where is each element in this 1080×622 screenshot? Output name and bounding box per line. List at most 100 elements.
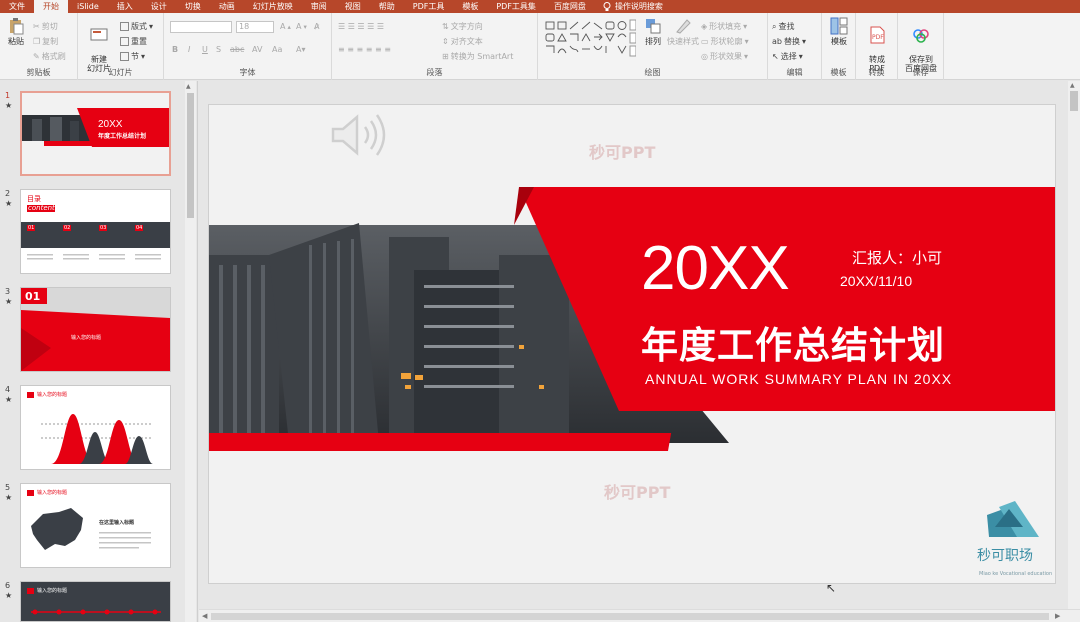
thumb-5-art	[21, 484, 170, 567]
scroll-thumb[interactable]	[1070, 91, 1078, 111]
underline-button[interactable]: U	[202, 45, 208, 54]
slide-subtitle-en: ANNUAL WORK SUMMARY PLAN IN 20XX	[645, 371, 953, 387]
paste-button[interactable]: 粘贴	[4, 17, 28, 46]
quick-styles-icon	[676, 19, 691, 34]
font-color-button[interactable]: A▾	[296, 45, 306, 54]
slide-thumbnail-2[interactable]: 目录 content 01 02 03 04	[20, 189, 171, 274]
slide-number: 5	[5, 483, 11, 492]
watermark-top: 秒可PPT	[589, 143, 656, 162]
section-button[interactable]: 节 ▾	[120, 51, 145, 62]
align-buttons[interactable]: ≡ ≡ ≡ ≡ ≡ ≡	[338, 45, 391, 54]
tab-12[interactable]: 模板	[453, 0, 487, 13]
font-grow-button[interactable]: A ▴	[280, 22, 291, 31]
case-button[interactable]: Aa	[272, 45, 282, 54]
speaker-icon	[331, 114, 386, 156]
cut-button[interactable]: ✂ 剪切	[33, 21, 58, 32]
tab-2[interactable]: iSlide	[68, 0, 108, 13]
slide-number: 3	[5, 287, 11, 296]
scroll-up-arrow[interactable]: ▲	[186, 83, 191, 90]
replace-button[interactable]: ab 替换 ▾	[772, 36, 806, 47]
tab-9[interactable]: 视图	[336, 0, 370, 13]
layout-button[interactable]: 版式 ▾	[120, 21, 153, 32]
font-shrink-button[interactable]: A ▾	[296, 22, 307, 31]
find-button[interactable]: ⌕ 查找	[772, 21, 794, 32]
slide-thumbnail-5[interactable]: 输入您的标题 在这里输入标题	[20, 483, 171, 568]
select-button[interactable]: ↖ 选择 ▾	[772, 51, 803, 62]
reset-button[interactable]: 重置	[120, 36, 147, 47]
group-label-convert: 转换	[868, 68, 885, 77]
spacing-button[interactable]: AV	[252, 45, 262, 54]
convert-pdf-button[interactable]: PDF 转成 PDF	[860, 17, 894, 73]
tab-11[interactable]: PDF工具	[404, 0, 454, 13]
layout-icon	[120, 22, 129, 31]
tab-0[interactable]: 文件	[0, 0, 34, 13]
thumb-5-title: 输入您的标题	[37, 490, 68, 496]
animation-star-icon: ★	[5, 297, 13, 306]
shapes-gallery[interactable]	[544, 19, 636, 59]
bullets-button[interactable]: ☰ ☰ ☰ ☰ ☰	[338, 22, 384, 31]
tab-8[interactable]: 审阅	[302, 0, 336, 13]
slide-thumbnail-3[interactable]: 01 输入您的标题	[20, 287, 171, 372]
shape-outline-button[interactable]: ▭ 形状轮廓 ▾	[701, 36, 749, 47]
italic-button[interactable]: I	[188, 45, 190, 54]
slide-number: 1	[5, 91, 11, 100]
tab-10[interactable]: 帮助	[370, 0, 404, 13]
shadow-button[interactable]: S	[216, 45, 221, 54]
animation-star-icon: ★	[5, 493, 13, 502]
tell-me-search[interactable]: 操作说明搜索	[595, 1, 663, 12]
text-direction-button[interactable]: ⇅ 文字方向	[442, 21, 483, 32]
format-painter-button[interactable]: ✎ 格式刷	[33, 51, 66, 62]
tell-me-label: 操作说明搜索	[614, 2, 663, 11]
font-size-combo[interactable]: 18	[236, 21, 274, 33]
tab-6[interactable]: 动画	[210, 0, 244, 13]
thumb-1-title: 20XX	[98, 119, 123, 130]
font-name-combo[interactable]	[170, 21, 232, 33]
group-label-slides: 幻灯片	[108, 68, 133, 77]
shape-fill-button[interactable]: ◈ 形状填充 ▾	[701, 21, 747, 32]
save-to-baidu-button[interactable]: 保存到 百度网盘	[901, 17, 941, 73]
slide-main-title: 年度工作总结计划	[641, 324, 945, 367]
scroll-thumb[interactable]	[187, 93, 194, 218]
brush-icon: ✎	[33, 52, 40, 61]
align-text-button[interactable]: ⇕ 对齐文本	[442, 36, 483, 47]
mouse-cursor-icon: ↖	[826, 581, 837, 595]
scroll-right-arrow[interactable]: ▶	[1055, 612, 1060, 620]
editor-horizontal-scrollbar[interactable]: ◀ ▶	[199, 609, 1080, 622]
tab-14[interactable]: 百度网盘	[545, 0, 595, 13]
tab-3[interactable]: 插入	[108, 0, 142, 13]
group-label-drawing: 绘图	[644, 68, 661, 77]
pdf-icon: PDF	[870, 26, 885, 44]
arrange-button[interactable]: 排列	[641, 17, 665, 46]
bold-button[interactable]: B	[172, 45, 178, 54]
new-slide-button[interactable]: 新建 幻灯片	[84, 17, 114, 73]
tab-1[interactable]: 开始	[34, 0, 68, 13]
group-label-clipboard: 剪贴板	[26, 68, 51, 77]
new-slide-icon	[90, 28, 108, 41]
strike-button[interactable]: abc	[230, 45, 244, 54]
thumbnail-scrollbar[interactable]: ▲	[185, 81, 196, 622]
copy-button[interactable]: ❐ 复制	[33, 36, 58, 47]
scroll-thumb[interactable]	[211, 613, 1049, 620]
thumb-3-number: 01	[25, 290, 41, 303]
tab-13[interactable]: PDF工具集	[487, 0, 545, 13]
current-slide[interactable]: 秒可PPT 秒可PPT 20XX 汇报人：小可 20XX/11/10 年度工作总…	[208, 104, 1056, 584]
smartart-icon: ⊞	[442, 52, 449, 61]
clear-format-button[interactable]: A̷	[314, 22, 319, 31]
smartart-button[interactable]: ⊞ 转换为 SmartArt	[442, 51, 513, 62]
shape-effects-button[interactable]: ◎ 形状效果 ▾	[701, 51, 748, 62]
slide-number: 6	[5, 581, 11, 590]
template-button[interactable]: 模板	[825, 17, 853, 46]
slide-thumbnail-1[interactable]: 20XX 年度工作总结计划	[20, 91, 171, 176]
tab-7[interactable]: 幻灯片放映	[244, 0, 302, 13]
editor-vertical-scrollbar[interactable]: ▲	[1068, 81, 1080, 609]
slide-thumbnail-6[interactable]: 输入您的标题	[20, 581, 171, 622]
tab-4[interactable]: 设计	[142, 0, 176, 13]
slide-thumbnail-4[interactable]: 输入您的标题	[20, 385, 171, 470]
scroll-up-arrow[interactable]: ▲	[1070, 82, 1075, 89]
group-label-paragraph: 段落	[426, 68, 443, 77]
quick-styles-button[interactable]: 快速样式	[666, 17, 700, 46]
tab-5[interactable]: 切换	[176, 0, 210, 13]
scroll-left-arrow[interactable]: ◀	[202, 612, 207, 620]
thumb-1-art	[22, 93, 169, 174]
slide-year: 20XX	[641, 234, 790, 303]
